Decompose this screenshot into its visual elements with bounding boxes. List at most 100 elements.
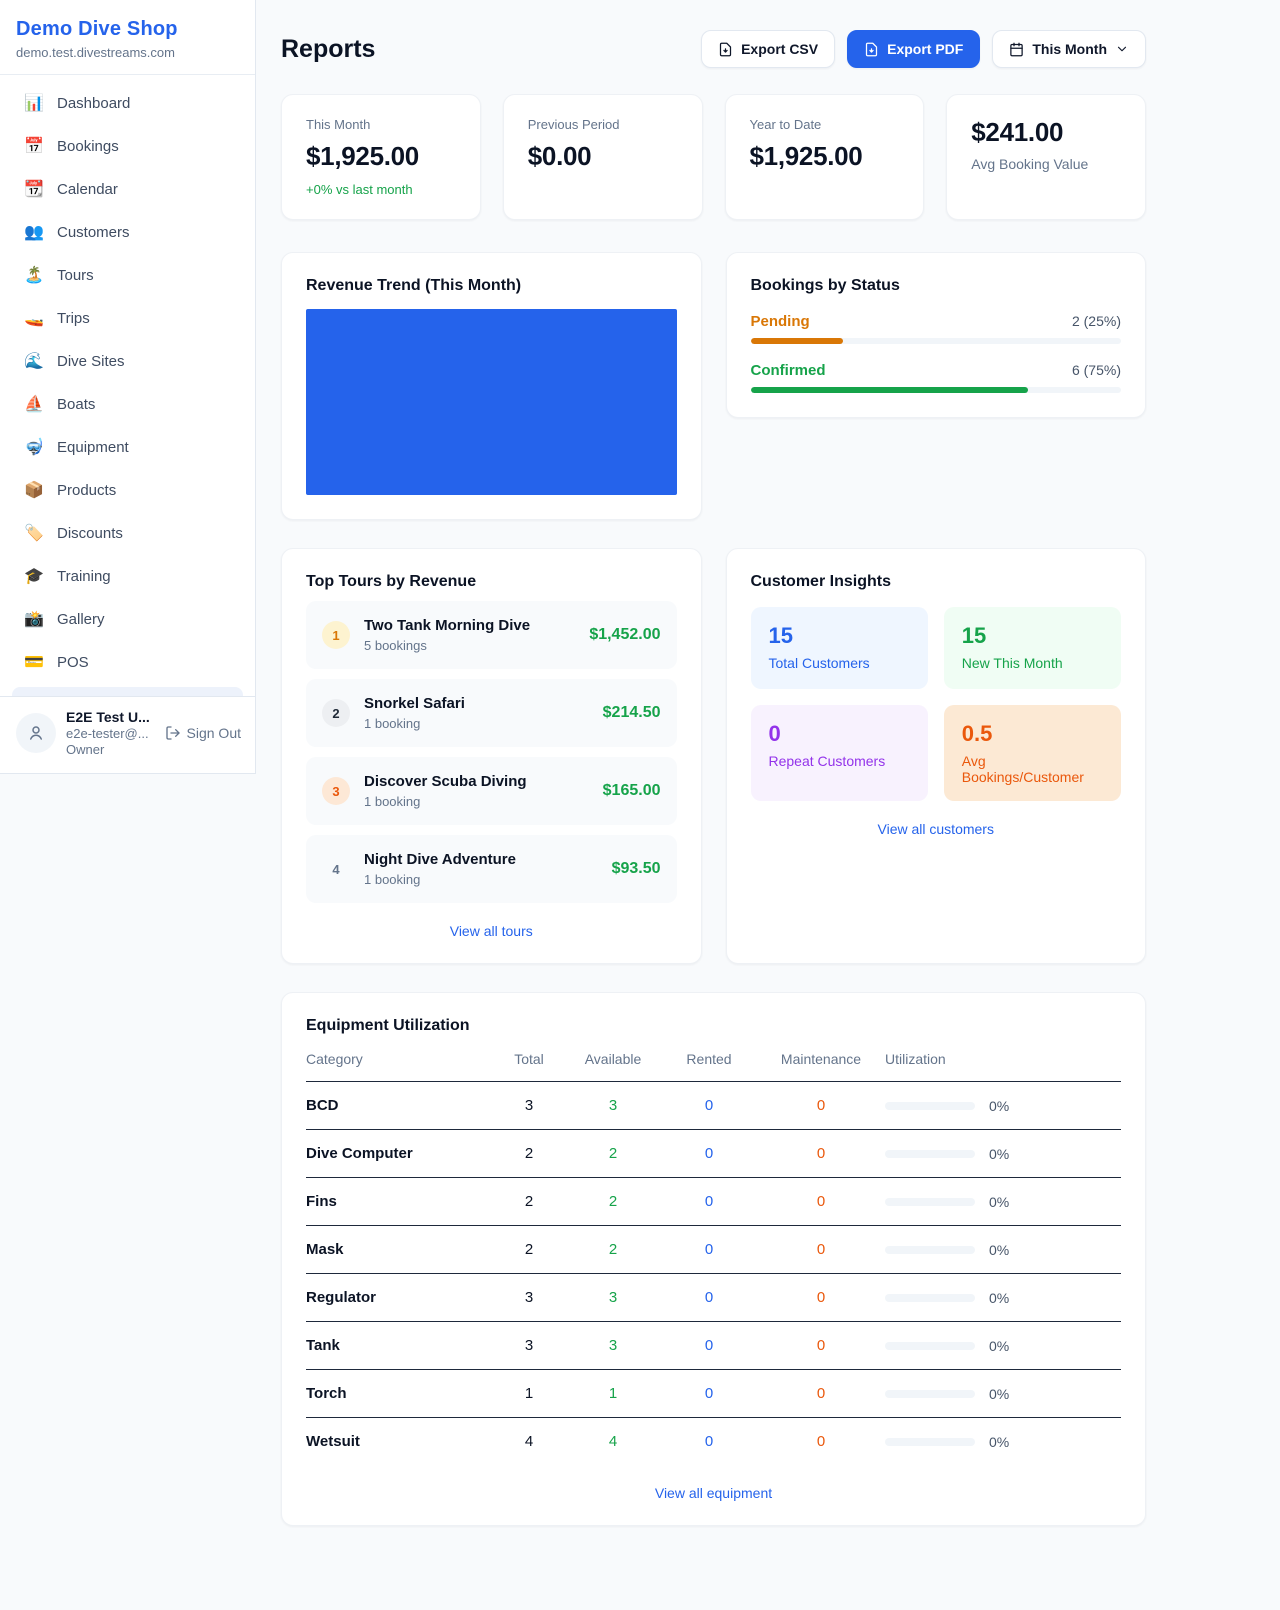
equipment-rented: 0 <box>661 1433 757 1450</box>
equipment-total: 3 <box>493 1289 565 1306</box>
export-pdf-button[interactable]: Export PDF <box>847 30 980 68</box>
sidebar-item-label: Customers <box>57 224 130 241</box>
sidebar-item-dive-sites[interactable]: 🌊 Dive Sites <box>12 343 243 379</box>
equipment-rented: 0 <box>661 1289 757 1306</box>
export-pdf-label: Export PDF <box>887 41 963 57</box>
user-role: Owner <box>66 742 155 757</box>
utilization-percent: 0% <box>989 1338 1009 1354</box>
calendar-icon <box>1009 42 1024 57</box>
stat-card-avg-booking-value: $241.00 Avg Booking Value <box>946 94 1146 220</box>
period-select[interactable]: This Month <box>992 30 1146 68</box>
tour-amount: $214.50 <box>603 704 661 722</box>
panel-title: Equipment Utilization <box>306 1017 1121 1035</box>
avatar <box>16 713 56 753</box>
insight-tile-avg-bookings: 0.5 Avg Bookings/Customer <box>944 705 1121 801</box>
tile-value: 0 <box>769 721 910 747</box>
panel-title: Revenue Trend (This Month) <box>306 277 677 295</box>
utilization-bar-track <box>885 1342 975 1350</box>
file-download-icon <box>864 42 879 57</box>
table-row: Regulator 3 3 0 0 0% <box>306 1273 1121 1321</box>
equipment-maintenance: 0 <box>757 1385 885 1402</box>
equipment-total: 4 <box>493 1433 565 1450</box>
page-title: Reports <box>281 35 375 64</box>
shop-domain: demo.test.divestreams.com <box>16 45 239 60</box>
equipment-available: 3 <box>565 1337 661 1354</box>
charts-row: Revenue Trend (This Month) Bookings by S… <box>281 252 1146 520</box>
equipment-icon: 🤿 <box>24 437 44 457</box>
bookings-by-status-panel: Bookings by Status Pending 2 (25%) Confi… <box>726 252 1147 418</box>
equipment-available: 2 <box>565 1145 661 1162</box>
sidebar-item-gallery[interactable]: 📸Gallery <box>12 601 243 637</box>
sign-out-button[interactable]: Sign Out <box>165 725 241 741</box>
user-icon <box>27 724 45 742</box>
tile-value: 15 <box>769 623 910 649</box>
dashboard-icon: 📊 <box>24 93 44 113</box>
sidebar-item-label: Training <box>57 568 111 585</box>
tour-list-item[interactable]: 3 Discover Scuba Diving1 booking $165.00 <box>306 757 677 825</box>
sidebar-header: Demo Dive Shop demo.test.divestreams.com <box>0 0 255 75</box>
equipment-total: 3 <box>493 1337 565 1354</box>
view-all-tours-link[interactable]: View all tours <box>306 923 677 939</box>
export-csv-button[interactable]: Export CSV <box>701 30 835 68</box>
column-header-maintenance: Maintenance <box>757 1051 885 1067</box>
export-csv-label: Export CSV <box>741 41 818 57</box>
equipment-table-header: Category Total Available Rented Maintena… <box>306 1035 1121 1081</box>
rank-badge: 4 <box>322 855 350 883</box>
dive-sites-icon: 🌊 <box>24 351 44 371</box>
tour-bookings: 1 booking <box>364 872 598 887</box>
equipment-maintenance: 0 <box>757 1289 885 1306</box>
tour-amount: $93.50 <box>612 860 661 878</box>
stat-label: Avg Booking Value <box>971 156 1121 172</box>
sidebar-item-training[interactable]: 🎓Training <box>12 558 243 594</box>
equipment-total: 2 <box>493 1241 565 1258</box>
utilization-bar-track <box>885 1438 975 1446</box>
sidebar-item-calendar[interactable]: 📆Calendar <box>12 171 243 207</box>
equipment-utilization-cell: 0% <box>885 1434 1121 1450</box>
tile-value: 15 <box>962 623 1103 649</box>
boats-icon: ⛵ <box>24 394 44 414</box>
equipment-utilization-cell: 0% <box>885 1290 1121 1306</box>
panel-title: Top Tours by Revenue <box>306 573 677 591</box>
tour-list-item[interactable]: 4 Night Dive Adventure1 booking $93.50 <box>306 835 677 903</box>
tour-bookings: 5 bookings <box>364 638 575 653</box>
insight-grid: 15 Total Customers 15 New This Month 0 R… <box>751 607 1122 801</box>
sidebar-item-pos[interactable]: 💳POS <box>12 644 243 680</box>
sidebar-item-equipment[interactable]: 🤿Equipment <box>12 429 243 465</box>
view-all-customers-link[interactable]: View all customers <box>751 821 1122 837</box>
tour-bookings: 1 booking <box>364 716 589 731</box>
sidebar-item-tours[interactable]: 🏝️Tours <box>12 257 243 293</box>
customer-insights-panel: Customer Insights 15 Total Customers 15 … <box>726 548 1147 964</box>
utilization-percent: 0% <box>989 1290 1009 1306</box>
stat-value: $241.00 <box>971 117 1121 148</box>
equipment-maintenance: 0 <box>757 1433 885 1450</box>
tour-name: Snorkel Safari <box>364 695 465 712</box>
shop-name: Demo Dive Shop <box>16 18 239 41</box>
sidebar-item-bookings[interactable]: 📅Bookings <box>12 128 243 164</box>
sidebar-item-label: Dive Sites <box>57 353 125 370</box>
equipment-utilization-cell: 0% <box>885 1098 1121 1114</box>
table-row: BCD 3 3 0 0 0% <box>306 1081 1121 1129</box>
sidebar-item-dashboard[interactable]: 📊Dashboard <box>12 85 243 121</box>
equipment-maintenance: 0 <box>757 1241 885 1258</box>
equipment-rented: 0 <box>661 1241 757 1258</box>
column-header-rented: Rented <box>661 1051 757 1067</box>
insight-tile-repeat-customers: 0 Repeat Customers <box>751 705 928 801</box>
tours-icon: 🏝️ <box>24 265 44 285</box>
view-all-equipment-link[interactable]: View all equipment <box>306 1485 1121 1501</box>
sidebar-item-customers[interactable]: 👥Customers <box>12 214 243 250</box>
tour-bookings: 1 booking <box>364 794 589 809</box>
sidebar-item-active-partial[interactable] <box>12 687 243 696</box>
sidebar-item-products[interactable]: 📦Products <box>12 472 243 508</box>
equipment-rented: 0 <box>661 1145 757 1162</box>
stat-card-year-to-date: Year to Date $1,925.00 <box>725 94 925 220</box>
bookings-icon: 📅 <box>24 136 44 156</box>
equipment-utilization-cell: 0% <box>885 1242 1121 1258</box>
tour-list-item[interactable]: 2 Snorkel Safari1 booking $214.50 <box>306 679 677 747</box>
tour-list-item[interactable]: 1 Two Tank Morning Dive5 bookings $1,452… <box>306 601 677 669</box>
utilization-percent: 0% <box>989 1386 1009 1402</box>
sidebar-item-boats[interactable]: ⛵Boats <box>12 386 243 422</box>
chevron-down-icon <box>1115 42 1129 56</box>
sidebar-item-label: Calendar <box>57 181 118 198</box>
sidebar-item-trips[interactable]: 🚤Trips <box>12 300 243 336</box>
sidebar-item-discounts[interactable]: 🏷️Discounts <box>12 515 243 551</box>
